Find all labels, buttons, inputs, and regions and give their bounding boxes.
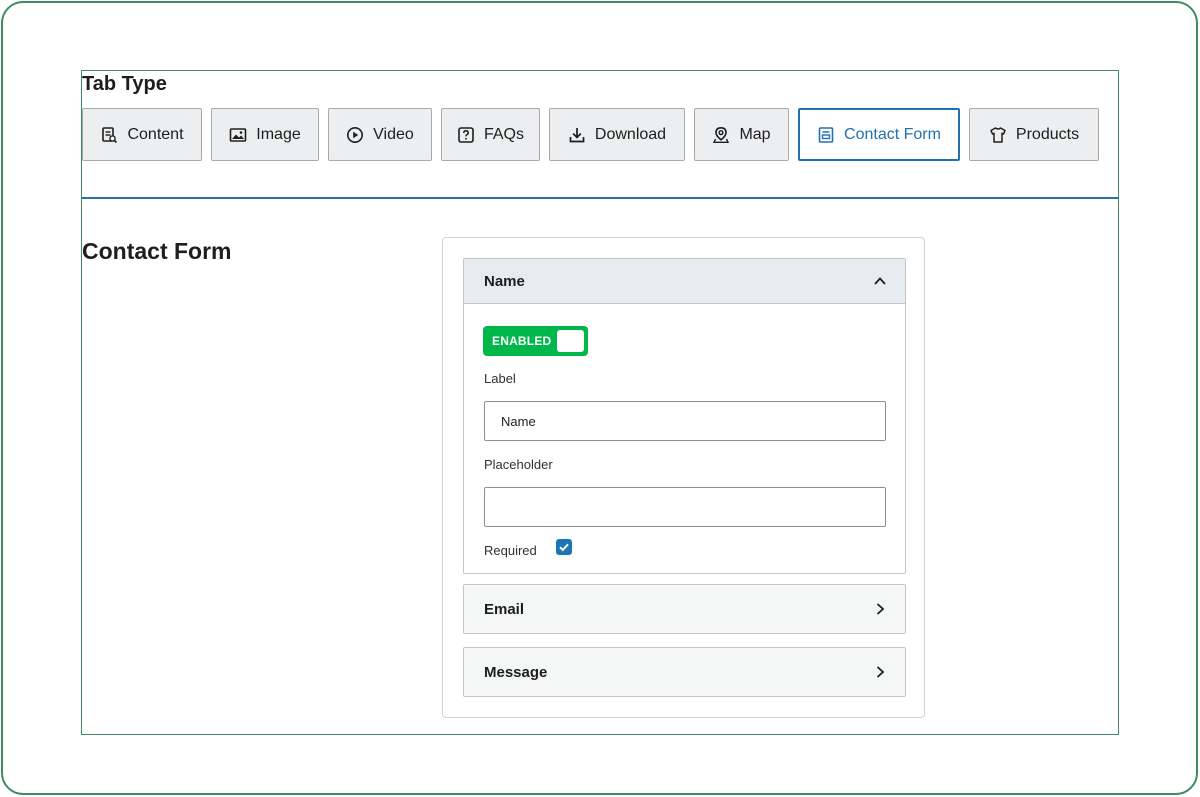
tab-video[interactable]: Video [328, 108, 432, 161]
field-panel-email: Email [463, 584, 906, 634]
toggle-knob [557, 330, 584, 352]
required-checkbox[interactable] [556, 539, 572, 555]
contact-form-fields: Name ENABLED Label Placeholder Required [442, 237, 925, 718]
tab-content[interactable]: Content [82, 108, 202, 161]
field-header-email[interactable]: Email [464, 585, 905, 633]
tab-label: Products [1015, 125, 1080, 143]
question-icon [457, 126, 475, 144]
play-icon [346, 126, 364, 144]
shirt-icon [989, 126, 1007, 144]
tab-products[interactable]: Products [969, 108, 1099, 161]
label-input[interactable] [484, 401, 886, 441]
field-title: Email [484, 600, 525, 618]
label-caption: Label [484, 371, 516, 386]
field-panel-message: Message [463, 647, 906, 697]
tab-label: Map [739, 125, 771, 143]
field-panel-name: Name ENABLED Label Placeholder Required [463, 258, 906, 574]
placeholder-input[interactable] [484, 487, 886, 527]
placeholder-caption: Placeholder [484, 457, 553, 472]
checkmark-icon [559, 543, 569, 552]
tab-contact-form[interactable]: Contact Form [798, 108, 960, 161]
field-body-name: ENABLED Label Placeholder Required [464, 303, 905, 573]
enabled-toggle[interactable]: ENABLED [483, 326, 588, 356]
tab-label: Video [373, 125, 414, 143]
field-title: Name [484, 272, 525, 290]
field-title: Message [484, 663, 548, 681]
tab-image[interactable]: Image [211, 108, 319, 161]
section-title: Contact Form [82, 238, 232, 264]
tab-type-list: Content Image Video FAQs Download Map Co… [82, 108, 1119, 161]
tab-type-heading: Tab Type [82, 73, 167, 95]
field-header-message[interactable]: Message [464, 648, 905, 696]
toggle-label: ENABLED [492, 334, 552, 348]
tab-label: Content [127, 125, 184, 143]
tabs-divider [82, 197, 1119, 199]
chevron-up-icon[interactable] [873, 274, 887, 288]
tab-label: FAQs [483, 125, 524, 143]
image-icon [229, 126, 247, 144]
form-icon [817, 126, 835, 144]
content-icon [100, 126, 118, 144]
download-icon [568, 126, 586, 144]
tab-map[interactable]: Map [694, 108, 789, 161]
tab-faqs[interactable]: FAQs [441, 108, 540, 161]
field-header-name[interactable]: Name [464, 259, 905, 303]
tab-label: Image [256, 125, 301, 143]
map-pin-icon [712, 126, 730, 144]
chevron-right-icon[interactable] [873, 602, 887, 616]
settings-panel: Tab Type Content Image Video FAQs Downlo… [81, 70, 1119, 735]
tab-label: Download [594, 125, 667, 143]
tab-label: Contact Form [844, 125, 941, 143]
tab-download[interactable]: Download [549, 108, 685, 161]
chevron-right-icon[interactable] [873, 665, 887, 679]
required-caption: Required [484, 543, 537, 558]
